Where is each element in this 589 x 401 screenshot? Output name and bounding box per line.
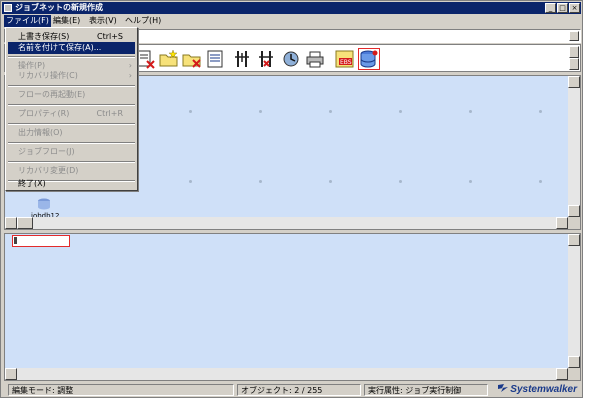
detail-canvas[interactable] bbox=[4, 233, 581, 381]
brand-logo: Systemwalker bbox=[498, 383, 577, 395]
grid-dot bbox=[539, 180, 542, 183]
menu-item-save-as[interactable]: 名前を付けて保存(A)... bbox=[8, 42, 135, 54]
menu-item-label: リカバリ変更(D) bbox=[18, 166, 79, 175]
maximize-icon[interactable]: □ bbox=[557, 3, 568, 13]
grid-dot bbox=[329, 110, 332, 113]
menu-item-label: 出力情報(O) bbox=[18, 128, 63, 137]
status-bar: 編集モード: 調整 オブジェクト: 2 / 255 実行属性: ジョブ実行制御 … bbox=[2, 383, 581, 397]
print-icon[interactable] bbox=[305, 49, 325, 69]
document-icon[interactable] bbox=[205, 49, 225, 69]
toolbar-scroll-up[interactable] bbox=[569, 46, 579, 58]
menu-item-recovery-operation[interactable]: リカバリ操作(C) › bbox=[8, 70, 135, 82]
scroll-thumb[interactable] bbox=[17, 217, 33, 229]
scroll-right-icon[interactable] bbox=[556, 368, 568, 380]
menu-item-label: 終了(X) bbox=[18, 179, 46, 188]
menu-separator bbox=[8, 142, 135, 144]
grid-dot bbox=[399, 110, 402, 113]
branch-icon[interactable] bbox=[233, 49, 253, 69]
job-delete-icon[interactable] bbox=[136, 49, 156, 69]
main-window: ジョブネットの新規作成 _ □ × ファイル(F) 編集(E) 表示(V) ヘル… bbox=[0, 0, 583, 398]
menu-separator bbox=[8, 85, 135, 87]
menu-help[interactable]: ヘルプ(H) bbox=[123, 15, 163, 27]
grid-dot bbox=[469, 110, 472, 113]
grid-dot bbox=[259, 110, 262, 113]
menu-item-label: リカバリ操作(C) bbox=[18, 71, 78, 80]
status-attribute: 実行属性: ジョブ実行制御 bbox=[364, 384, 488, 396]
scroll-down-icon[interactable] bbox=[568, 205, 580, 217]
svg-text:EBS: EBS bbox=[340, 59, 352, 66]
grid-dot bbox=[189, 110, 192, 113]
grid-dot bbox=[469, 180, 472, 183]
close-icon[interactable]: × bbox=[569, 3, 580, 13]
menu-item-label: 操作(P) bbox=[18, 61, 46, 70]
submenu-arrow-icon: › bbox=[128, 71, 132, 80]
scroll-left-icon[interactable] bbox=[5, 368, 17, 380]
brand-text: Systemwalker bbox=[510, 384, 577, 395]
horizontal-scrollbar[interactable] bbox=[5, 217, 568, 229]
menu-item-label: プロパティ(R) bbox=[18, 109, 70, 118]
vertical-scrollbar[interactable] bbox=[568, 234, 580, 368]
folder-delete-icon[interactable] bbox=[182, 49, 202, 69]
menu-separator bbox=[8, 123, 135, 125]
app-icon bbox=[4, 4, 12, 12]
scroll-up-icon[interactable] bbox=[568, 76, 580, 88]
menu-item-recovery-change[interactable]: リカバリ変更(D) bbox=[8, 165, 135, 177]
status-mode: 編集モード: 調整 bbox=[8, 384, 234, 396]
menu-item-label: フローの再起動(E) bbox=[18, 90, 86, 99]
ebs-icon[interactable]: EBS bbox=[335, 49, 355, 69]
vertical-scrollbar[interactable] bbox=[568, 76, 580, 217]
menu-item-output-info[interactable]: 出力情報(O) bbox=[8, 127, 135, 139]
menu-file[interactable]: ファイル(F) bbox=[4, 15, 51, 27]
scroll-left-icon[interactable] bbox=[5, 217, 17, 229]
menu-item-job-flow[interactable]: ジョブフロー(J) bbox=[8, 146, 135, 158]
title-bar: ジョブネットの新規作成 _ □ × bbox=[2, 2, 581, 14]
text-caret bbox=[14, 237, 17, 244]
horizontal-scrollbar[interactable] bbox=[5, 368, 568, 380]
wait-icon[interactable] bbox=[282, 49, 302, 69]
menu-separator bbox=[8, 56, 135, 58]
toolbar-scroll-down[interactable] bbox=[569, 58, 579, 70]
systemwalker-logo-icon bbox=[498, 384, 509, 392]
menu-item-exit[interactable]: 終了(X) bbox=[8, 178, 135, 190]
menu-item-properties[interactable]: プロパティ(R) Ctrl+R bbox=[8, 108, 135, 120]
name-edit-field[interactable] bbox=[12, 235, 70, 247]
grid-dot bbox=[329, 180, 332, 183]
grid-dot bbox=[189, 180, 192, 183]
database-icon bbox=[38, 198, 50, 210]
branch-delete-icon[interactable] bbox=[257, 49, 277, 69]
status-objects: オブジェクト: 2 / 255 bbox=[237, 384, 361, 396]
chevron-down-icon[interactable] bbox=[569, 31, 579, 41]
menu-view[interactable]: 表示(V) bbox=[87, 15, 119, 27]
grid-dot bbox=[539, 110, 542, 113]
scroll-down-icon[interactable] bbox=[568, 356, 580, 368]
minimize-icon[interactable]: _ bbox=[545, 3, 556, 13]
database-icon[interactable] bbox=[358, 48, 380, 70]
menu-separator bbox=[8, 104, 135, 106]
grid-dot bbox=[259, 180, 262, 183]
menu-edit[interactable]: 編集(E) bbox=[51, 15, 82, 27]
file-menu-dropdown: 上書き保存(S) Ctrl+S 名前を付けて保存(A)... 操作(P) › リ… bbox=[5, 27, 138, 191]
grid-dot bbox=[399, 180, 402, 183]
scroll-right-icon[interactable] bbox=[556, 217, 568, 229]
menu-bar: ファイル(F) 編集(E) 表示(V) ヘルプ(H) bbox=[2, 15, 581, 27]
scroll-corner bbox=[568, 368, 580, 380]
menu-item-label: ジョブフロー(J) bbox=[18, 147, 75, 156]
folder-new-icon[interactable] bbox=[159, 49, 179, 69]
scroll-corner bbox=[568, 217, 580, 229]
menu-item-label: 上書き保存(S) bbox=[18, 32, 70, 41]
menu-item-label: 名前を付けて保存(A)... bbox=[18, 43, 102, 52]
menu-separator bbox=[8, 161, 135, 163]
menu-item-restart-flow[interactable]: フローの再起動(E) bbox=[8, 89, 135, 101]
window-title: ジョブネットの新規作成 bbox=[15, 3, 103, 12]
scroll-up-icon[interactable] bbox=[568, 234, 580, 246]
menu-item-shortcut: Ctrl+R bbox=[96, 109, 124, 118]
